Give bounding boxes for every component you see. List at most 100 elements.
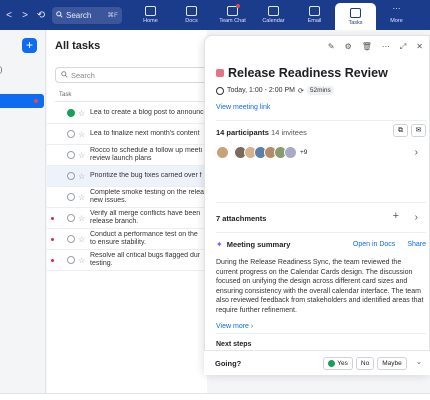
task-row[interactable]: ☆ Lea to create a blog post to announce [47,103,207,124]
divider [216,120,426,121]
rsvp-maybe-button[interactable]: Maybe [377,356,407,370]
chevron-right-icon[interactable]: › [415,147,418,158]
calendar-icon [268,6,279,16]
star-icon[interactable]: ☆ [78,214,86,223]
column-header-task[interactable]: Task [55,92,215,102]
task-text-line: new issues. [90,197,127,204]
priority-dot [51,238,54,241]
event-duration: 52mins [306,86,334,95]
email-icon[interactable]: ✉ [411,124,426,137]
star-icon[interactable]: ☆ [78,151,86,160]
expand-icon[interactable]: ⤢ [400,42,406,52]
priority-dot [51,217,54,220]
tasks-list-pane: All tasks Search Task ☆ Lea to create a b… [47,30,215,400]
task-row[interactable]: ☆ Resolve all critical bugs flagged dur te… [47,250,207,271]
next-steps-title: Next steps [216,341,252,348]
view-meeting-link[interactable]: View meeting link [216,104,270,111]
share-link[interactable]: Share [407,241,426,248]
home-icon [145,6,156,16]
task-text-line: to ensure stability. [90,239,146,246]
tab-more[interactable]: ⋯ More [376,0,417,30]
view-more-label: View more [216,323,249,330]
star-icon[interactable]: ☆ [78,193,86,202]
chevron-down-icon[interactable]: ⌄ [416,357,422,370]
participant-actions: ⧉ ✉ [393,124,426,137]
notification-dot [236,4,240,8]
calendar-color-swatch [216,69,224,77]
task-checkbox[interactable] [67,151,75,159]
tab-tasks[interactable]: Tasks [335,3,376,30]
task-done-checkbox[interactable] [67,109,75,117]
going-label: Going? [215,358,242,368]
task-row[interactable]: ☆ Lea to finalize next month's content [47,124,207,145]
priority-dot [51,259,54,262]
rsvp-maybe-label: Maybe [382,359,402,367]
sidebar-item-fragment[interactable]: ) [0,67,2,74]
docs-icon [186,6,197,16]
tab-team-chat[interactable]: Team Chat [212,0,253,30]
app-tabs: Home Docs Team Chat Calendar Email Tasks ⋯ More [130,0,417,30]
tab-label: Calendar [262,18,285,24]
event-title-row: Release Readiness Review [216,66,388,80]
task-text-line: Prioritize the bug fixes carried over f [90,172,202,179]
close-icon[interactable]: ✕ [416,42,423,52]
star-icon[interactable]: ☆ [78,256,86,265]
search-placeholder: Search [71,70,95,80]
sidebar-item-all-tasks[interactable] [0,94,44,108]
task-rows: ☆ Lea to create a blog post to announce ☆ L… [47,103,207,271]
more-icon[interactable]: ⋯ [382,42,390,52]
divider [216,202,426,203]
task-checkbox[interactable] [67,256,75,264]
tab-label: Email [307,18,322,24]
task-checkbox[interactable] [67,214,75,222]
search-shortcut: ⌘F [107,12,118,19]
add-attachment-icon[interactable]: + [393,210,399,222]
history-icon[interactable]: ⟲ [34,8,48,22]
tab-calendar[interactable]: Calendar [253,0,294,30]
back-button[interactable]: < [2,8,16,22]
tab-label: Tasks [348,19,363,26]
task-text-line: Resolve all critical bugs flagged dur [90,252,201,259]
settings-icon[interactable]: ⚙ [345,42,352,52]
tab-email[interactable]: Email [294,0,335,30]
task-checkbox[interactable] [67,235,75,243]
task-row[interactable]: ☆ Prioritize the bug fixes carried over f [47,166,207,187]
task-search-input[interactable]: Search [55,67,215,83]
attachments-heading[interactable]: 7 attachments [216,214,266,223]
task-row[interactable]: ☆ Verify all merge conflicts have been rel… [47,208,207,229]
bottom-bar [0,393,430,400]
task-checkbox[interactable] [67,172,75,180]
global-search[interactable]: Search ⌘F [52,6,122,24]
forward-button[interactable]: > [18,8,32,22]
chevron-right-icon[interactable]: › [415,212,418,223]
task-text: Conduct a performance test on the to ensu… [90,231,198,247]
task-checkbox[interactable] [67,193,75,201]
rsvp-yes-button[interactable]: Yes [323,356,353,370]
search-label: Search [66,10,92,20]
edit-icon[interactable]: ✎ [328,42,335,52]
open-in-docs-link[interactable]: Open in Docs [353,241,395,248]
star-icon[interactable]: ☆ [78,235,86,244]
tab-docs[interactable]: Docs [171,0,212,30]
delete-icon[interactable]: 🗑 [362,42,372,52]
task-text: Complete smoke testing on the relea new i… [90,189,204,205]
task-text: Rocco to schedule a follow up meeti revie… [90,147,202,163]
view-more-link[interactable]: View more › [216,323,253,330]
tab-label: Home [143,18,158,24]
task-text: Lea to create a blog post to announce [90,109,207,117]
star-icon[interactable]: ☆ [78,130,86,139]
star-icon[interactable]: ☆ [78,109,86,118]
task-row[interactable]: ☆ Conduct a performance test on the to ens… [47,229,207,250]
clock-icon [216,86,224,95]
rsvp-no-button[interactable]: No [355,356,375,370]
task-row[interactable]: ☆ Rocco to schedule a follow up meeti revi… [47,145,207,166]
task-row[interactable]: ☆ Complete smoke testing on the relea new … [47,187,207,208]
new-task-button[interactable]: + [22,38,37,53]
participant-avatars[interactable]: +9 [216,146,307,159]
star-icon[interactable]: ☆ [78,172,86,181]
avatar [216,146,229,159]
meeting-summary-text: During the Release Readiness Sync, the t… [216,259,424,314]
tab-home[interactable]: Home [130,0,171,30]
task-checkbox[interactable] [67,130,75,138]
copy-link-icon[interactable]: ⧉ [393,124,408,137]
